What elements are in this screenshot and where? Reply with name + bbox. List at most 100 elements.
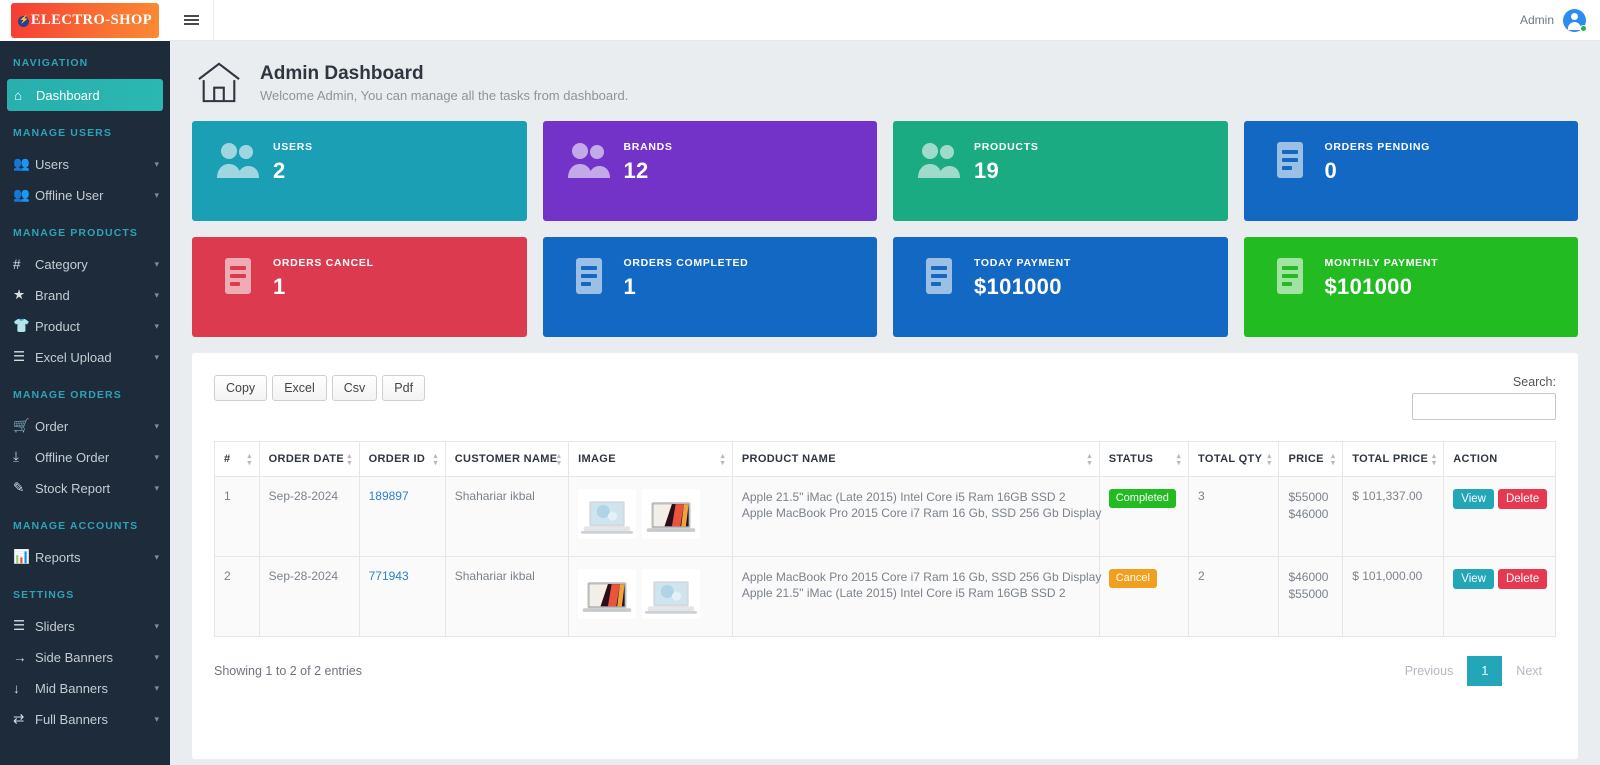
- sidebar-item-category[interactable]: # Category ▾: [0, 249, 170, 279]
- column-header-customer-name[interactable]: CUSTOMER NAME ▴ ▾: [444, 441, 570, 477]
- export-pdf-button[interactable]: Pdf: [382, 375, 426, 401]
- sort-icon[interactable]: ▴ ▾: [434, 452, 438, 467]
- column-header-action[interactable]: ACTION: [1443, 441, 1556, 477]
- sidebar-item-product[interactable]: 👕 Product ▾: [0, 311, 170, 341]
- stat-card-orders-pending[interactable]: ORDERS PENDING 0: [1243, 121, 1578, 221]
- search-input[interactable]: [1412, 393, 1556, 420]
- chevron-down-icon[interactable]: ▾: [154, 714, 159, 725]
- sort-icon[interactable]: ▴ ▾: [1177, 452, 1181, 467]
- page-title: Admin Dashboard: [260, 62, 424, 84]
- user-avatar-icon[interactable]: [1563, 8, 1587, 32]
- column-header-product-name[interactable]: PRODUCT NAME ▴ ▾: [731, 441, 1100, 477]
- delete-button[interactable]: Delete: [1497, 489, 1548, 509]
- column-header-image[interactable]: IMAGE ▴ ▾: [568, 441, 733, 477]
- chevron-down-icon[interactable]: ▾: [154, 652, 159, 663]
- column-header-order-date[interactable]: ORDER DATE ▴ ▾: [258, 441, 360, 477]
- chevron-down-icon[interactable]: ▾: [154, 683, 159, 694]
- cell-customer-name: Shahariar ikbal: [444, 556, 570, 637]
- users-icon: [917, 140, 961, 185]
- sidebar-item-side-banners[interactable]: → Side Banners ▾: [0, 642, 170, 672]
- cell-image: [568, 556, 733, 637]
- chevron-down-icon[interactable]: ▾: [154, 552, 159, 563]
- sort-icon[interactable]: ▴ ▾: [248, 452, 252, 467]
- laptop-silver-thumb[interactable]: [578, 489, 637, 539]
- view-button[interactable]: View: [1453, 569, 1494, 589]
- sort-icon[interactable]: ▴ ▾: [1432, 452, 1436, 467]
- column-header-label: TOTAL PRICE: [1352, 453, 1429, 465]
- stat-card-value: $101000: [1324, 274, 1413, 299]
- sidebar-item-offline-order[interactable]: ⤓ Offline Order ▾: [0, 442, 170, 472]
- sidebar-item-full-banners[interactable]: ⇄ Full Banners ▾: [0, 704, 170, 734]
- stat-card-monthly-payment[interactable]: MONTHLY PAYMENT $101000: [1243, 237, 1578, 337]
- chevron-down-icon[interactable]: ▾: [154, 190, 159, 201]
- stat-card-orders-completed[interactable]: ORDERS COMPLETED 1: [542, 237, 877, 337]
- sort-icon[interactable]: ▴ ▾: [1267, 452, 1271, 467]
- table-header-row: # ▴ ▾ ORDER DATE ▴ ▾ ORDER ID ▴ ▾ CUSTOMER NAME ▴ ▾…: [214, 441, 1556, 477]
- sort-icon[interactable]: ▴ ▾: [721, 452, 725, 467]
- chevron-down-icon[interactable]: ▾: [154, 159, 159, 170]
- sort-icon[interactable]: ▴ ▾: [1088, 452, 1092, 467]
- chevron-down-icon[interactable]: ▾: [154, 483, 159, 494]
- sort-icon[interactable]: ▴ ▾: [557, 452, 561, 467]
- column-header-total-qty[interactable]: TOTAL QTY ▴ ▾: [1188, 441, 1280, 477]
- brand-logo[interactable]: ELECTRO-SHOP: [0, 0, 170, 41]
- pagination-next[interactable]: Next: [1502, 656, 1556, 686]
- chevron-down-icon[interactable]: ▾: [154, 421, 159, 432]
- column-header-total-price[interactable]: TOTAL PRICE ▴ ▾: [1342, 441, 1445, 477]
- delete-button[interactable]: Delete: [1497, 569, 1548, 589]
- export-copy-button[interactable]: Copy: [214, 375, 268, 401]
- sidebar-item-users[interactable]: 👥 Users ▾: [0, 149, 170, 179]
- column-header-label: PRODUCT NAME: [741, 453, 836, 465]
- sidebar-item-order[interactable]: 🛒 Order ▾: [0, 411, 170, 441]
- sort-icon[interactable]: ▴ ▾: [347, 452, 351, 467]
- app-root: ELECTRO-SHOP NAVIGATION ⌂ Dashboard MANAGE …: [0, 0, 1600, 765]
- column-header-label: PRICE: [1288, 453, 1324, 465]
- pagination-previous[interactable]: Previous: [1390, 656, 1468, 686]
- sidebar-item-offline-user[interactable]: 👥 Offline User ▾: [0, 180, 170, 210]
- sidebar-item-reports[interactable]: 📊 Reports ▾: [0, 542, 170, 572]
- cell-customer-name: Shahariar ikbal: [444, 476, 570, 557]
- stat-card-orders-cancel[interactable]: ORDERS CANCEL 1: [192, 237, 527, 337]
- stat-cards-row-2: ORDERS CANCEL 1 ORDERS COMPLETED 1 TODAY PAY…: [192, 237, 1578, 337]
- sort-icon[interactable]: ▴ ▾: [1331, 452, 1335, 467]
- sidebar-item-label: Full Banners: [35, 711, 108, 727]
- export-excel-button[interactable]: Excel: [272, 375, 327, 401]
- stat-card-title: MONTHLY PAYMENT: [1324, 257, 1439, 269]
- stat-card-today-payment[interactable]: TODAY PAYMENT $101000: [893, 237, 1228, 337]
- chevron-down-icon[interactable]: ▾: [154, 290, 159, 301]
- sidebar-item-sliders[interactable]: ☰ Sliders ▾: [0, 611, 170, 641]
- chevron-down-icon[interactable]: ▾: [154, 621, 159, 632]
- hamburger-icon[interactable]: [170, 0, 214, 41]
- sidebar-item-mid-banners[interactable]: ↓ Mid Banners ▾: [0, 673, 170, 703]
- stat-card-title: ORDERS COMPLETED: [623, 257, 749, 269]
- sidebar-item-brand[interactable]: ★ Brand ▾: [0, 280, 170, 310]
- column-header-order-id[interactable]: ORDER ID ▴ ▾: [358, 441, 446, 477]
- column-header-[interactable]: # ▴ ▾: [214, 441, 260, 477]
- stat-card-brands[interactable]: BRANDS 12: [542, 121, 877, 221]
- chevron-down-icon[interactable]: ▾: [154, 452, 159, 463]
- search-box: Search:: [1412, 375, 1556, 420]
- macbook-pro-thumb: [582, 582, 632, 612]
- export-csv-button[interactable]: Csv: [331, 375, 378, 401]
- column-header-status[interactable]: STATUS ▴ ▾: [1098, 441, 1190, 477]
- table-body: 1 Sep-28-2024 189897 Shahariar ikbal Apple 2…: [214, 476, 1556, 637]
- order-id-link[interactable]: 189897: [369, 489, 409, 503]
- laptop-silver-thumb[interactable]: [642, 569, 701, 619]
- pagination-1[interactable]: 1: [1467, 656, 1503, 686]
- macbook-pro-thumb[interactable]: [642, 489, 701, 539]
- chevron-down-icon[interactable]: ▾: [154, 321, 159, 332]
- view-button[interactable]: View: [1453, 489, 1494, 509]
- order-id-link[interactable]: 771943: [369, 569, 409, 583]
- chevron-down-icon[interactable]: ▾: [154, 352, 159, 363]
- stack-lines-icon: ☰: [13, 618, 26, 633]
- sidebar-item-dashboard[interactable]: ⌂ Dashboard: [7, 79, 163, 111]
- star-icon: ★: [13, 287, 26, 302]
- stat-card-products[interactable]: PRODUCTS 19: [893, 121, 1228, 221]
- stat-card-users[interactable]: USERS 2: [192, 121, 527, 221]
- sidebar-item-label: Users: [35, 156, 69, 172]
- sidebar-item-excel-upload[interactable]: ☰ Excel Upload ▾: [0, 342, 170, 372]
- macbook-pro-thumb[interactable]: [578, 569, 637, 619]
- chevron-down-icon[interactable]: ▾: [154, 259, 159, 270]
- column-header-price[interactable]: PRICE ▴ ▾: [1278, 441, 1344, 477]
- sidebar-item-stock-report[interactable]: ✎ Stock Report ▾: [0, 473, 170, 503]
